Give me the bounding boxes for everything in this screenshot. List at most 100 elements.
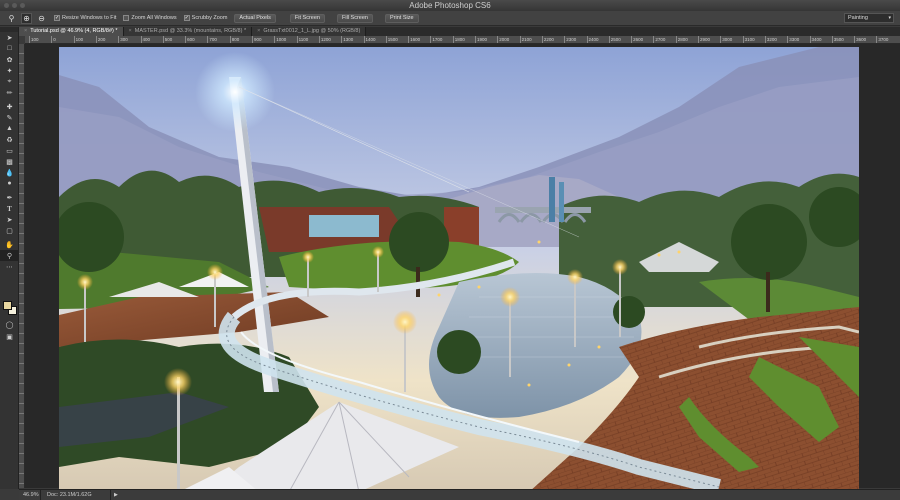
ruler-tick: 500 (162, 36, 173, 43)
ruler-tick: 3600 (854, 36, 867, 43)
options-bar: ⚲ ⊕ ⊖ ✓ Resize Windows to Fit Zoom All W… (0, 11, 900, 26)
ruler-tick: 1000 (274, 36, 287, 43)
ruler-tick: 3400 (809, 36, 822, 43)
gradient-tool-icon[interactable]: ▩ (0, 156, 19, 167)
zoom-window-button[interactable] (20, 3, 25, 8)
history-brush-tool-icon[interactable]: ♻ (0, 134, 19, 145)
quick-selection-tool-icon[interactable]: ✦ (0, 65, 19, 76)
status-bar: 46.9% Doc: 23.1M/1.62G ▶ (19, 489, 900, 500)
ruler-tick: 2300 (564, 36, 577, 43)
ruler-tick: 100 (29, 36, 39, 43)
hand-tool-icon[interactable]: ✋ (0, 239, 19, 250)
ruler-tick: 2500 (608, 36, 621, 43)
chevron-down-icon: ▾ (888, 15, 891, 21)
more-tools-icon[interactable]: ⋯ (0, 261, 19, 272)
ruler-tick: 2100 (519, 36, 532, 43)
ruler-tick: 1500 (385, 36, 398, 43)
window-controls (4, 3, 25, 8)
shape-tool-icon[interactable]: ▢ (0, 225, 19, 236)
horizontal-ruler[interactable]: 100 0 100 200 300 400 500 600 700 800 900 1000 1100 1… (25, 36, 900, 44)
ruler-tick: 600 (185, 36, 195, 43)
close-tab-icon[interactable]: × (257, 28, 260, 34)
zoom-tool-icon[interactable]: ⚲ (0, 250, 19, 261)
marquee-tool-icon[interactable]: □ (0, 43, 19, 54)
ruler-tick: 3300 (787, 36, 800, 43)
document-tabs: × Tutorial.psd @ 46.9% (4, RGB/8#) * × MAS… (19, 27, 900, 36)
fill-screen-button[interactable]: Fill Screen (337, 13, 373, 23)
checkbox-checked-icon: ✓ (183, 15, 190, 21)
fit-screen-button[interactable]: Fit Screen (289, 13, 325, 23)
blur-tool-icon[interactable]: 💧 (0, 167, 19, 178)
ruler-tick: 300 (118, 36, 128, 43)
ruler-tick: 2600 (631, 36, 644, 43)
ruler-tick: 3000 (720, 36, 733, 43)
workspace-select[interactable]: Painting ▾ (844, 13, 894, 23)
ruler-tick: 2400 (586, 36, 599, 43)
close-window-button[interactable] (4, 3, 9, 8)
tab-master[interactable]: × MASTER.psd @ 33.3% (mountains, RGB/8) * (123, 27, 253, 36)
title-bar: Adobe Photoshop CS6 (0, 0, 900, 11)
ruler-tick: 3100 (742, 36, 755, 43)
ruler-tick: 1600 (408, 36, 421, 43)
scrubby-zoom-checkbox[interactable]: ✓ Scrubby Zoom (183, 15, 227, 21)
eraser-tool-icon[interactable]: ▭ (0, 145, 19, 156)
zoom-in-icon[interactable]: ⊕ (21, 12, 32, 24)
ruler-tick: 1200 (318, 36, 331, 43)
dodge-tool-icon[interactable]: ● (0, 178, 19, 189)
ruler-tick: 3200 (764, 36, 777, 43)
healing-brush-tool-icon[interactable]: ✚ (0, 101, 19, 112)
ruler-tick: 3500 (831, 36, 844, 43)
ruler-tick: 1400 (363, 36, 376, 43)
zoom-level-field[interactable]: 46.9% (19, 490, 41, 500)
ruler-tick: 1800 (452, 36, 465, 43)
foreground-color-swatch[interactable] (3, 301, 12, 310)
canvas-area[interactable] (25, 44, 900, 492)
ruler-tick: 2900 (698, 36, 711, 43)
clone-stamp-tool-icon[interactable]: ▲ (0, 123, 19, 134)
quick-mask-icon[interactable]: ◯ (0, 319, 19, 330)
close-tab-icon[interactable]: × (24, 28, 27, 34)
ruler-tick: 900 (252, 36, 262, 43)
lasso-tool-icon[interactable]: ✿ (0, 54, 19, 65)
park-rendering-image (59, 47, 859, 492)
minimize-window-button[interactable] (12, 3, 17, 8)
type-tool-icon[interactable]: T (0, 203, 19, 214)
brush-tool-icon[interactable]: ✎ (0, 112, 19, 123)
tab-tutorial[interactable]: × Tutorial.psd @ 46.9% (4, RGB/8#) * (19, 27, 124, 36)
ruler-tick: 3700 (876, 36, 889, 43)
eyedropper-tool-icon[interactable]: ✏ (0, 87, 19, 98)
tab-grass-texture[interactable]: × GrassTxt0012_1_L.jpg @ 50% (RGB/8) (252, 27, 367, 36)
ruler-tick: 2200 (541, 36, 554, 43)
document-canvas[interactable] (59, 47, 859, 492)
close-tab-icon[interactable]: × (129, 28, 132, 34)
ruler-tick: 1900 (475, 36, 488, 43)
ruler-tick: 1700 (430, 36, 443, 43)
move-tool-icon[interactable]: ➤ (0, 32, 19, 43)
ruler-tick: 200 (95, 36, 106, 43)
zoom-tool-preset-icon[interactable]: ⚲ (6, 13, 17, 24)
ruler-tick: 100 (73, 36, 84, 43)
ruler-tick: 2800 (675, 36, 688, 43)
document-size-info: Doc: 23.1M/1.62G (41, 490, 111, 500)
ruler-tick: 2700 (653, 36, 666, 43)
pen-tool-icon[interactable]: ✒ (0, 192, 19, 203)
resize-windows-checkbox[interactable]: ✓ Resize Windows to Fit (54, 15, 116, 21)
ruler-tick: 2000 (497, 36, 510, 43)
actual-pixels-button[interactable]: Actual Pixels (234, 13, 276, 23)
checkbox-checked-icon: ✓ (54, 15, 60, 21)
tools-panel: ➤ □ ✿ ✦ ⌖ ✏ ✚ ✎ ▲ ♻ ▭ ▩ 💧 ● ✒ T ➤ ▢ ✋ ⚲ … (0, 27, 19, 489)
zoom-all-windows-checkbox[interactable]: Zoom All Windows (123, 15, 177, 21)
path-selection-tool-icon[interactable]: ➤ (0, 214, 19, 225)
app-title: Adobe Photoshop CS6 (409, 1, 491, 10)
status-menu-arrow-icon[interactable]: ▶ (111, 490, 118, 500)
crop-tool-icon[interactable]: ⌖ (0, 76, 19, 87)
screen-mode-icon[interactable]: ▣ (0, 331, 19, 342)
ruler-tick: 400 (140, 36, 151, 43)
ruler-tick: 0 (51, 36, 56, 43)
zoom-out-icon[interactable]: ⊖ (36, 13, 47, 24)
checkbox-unchecked-icon (123, 15, 130, 21)
print-size-button[interactable]: Print Size (384, 13, 419, 23)
ruler-tick: 800 (229, 36, 240, 43)
ruler-tick: 1100 (296, 36, 309, 43)
ruler-tick: 1300 (341, 36, 354, 43)
